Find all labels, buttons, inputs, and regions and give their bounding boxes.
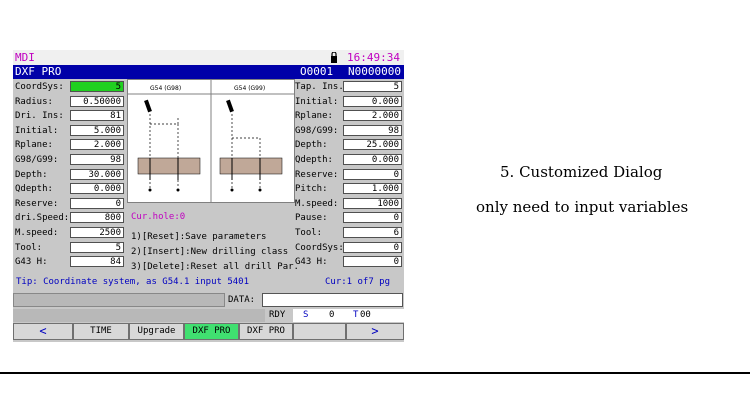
spindle-tool-box: S 0 T 00 xyxy=(293,309,404,322)
tap-param-label: G98/G99: xyxy=(295,125,339,136)
drill-param-input[interactable]: 800 xyxy=(70,212,124,224)
drill-param-label: Dri. Ins: xyxy=(15,111,64,122)
drill-param-input[interactable]: 5 xyxy=(70,81,124,92)
tap-param-input[interactable]: 25.000 xyxy=(343,139,402,151)
softkey-dxf-pro-active[interactable]: DXF PRO xyxy=(184,323,239,340)
tap-param-input[interactable]: 0 xyxy=(343,256,402,268)
drill-param-input[interactable]: 81 xyxy=(70,110,124,122)
data-label: DATA: xyxy=(228,295,256,305)
tap-param-input[interactable]: 6 xyxy=(343,227,402,238)
tap-param-input[interactable]: 1000 xyxy=(343,197,402,209)
tap-param-input[interactable]: 0.000 xyxy=(343,95,402,107)
tool-value: 00 xyxy=(360,310,371,320)
cnc-screen: MDI 16:49:34 DXF PRO O0001 N0000000 Coor… xyxy=(13,50,404,342)
diagram-right-title: G54 (G99) xyxy=(234,85,265,92)
tap-param-label: Qdepth: xyxy=(295,155,333,165)
tap-param-label: M.speed: xyxy=(295,198,339,209)
tap-param-label: CoordSys: xyxy=(295,242,344,253)
drill-param-label: Rplane: xyxy=(15,140,53,151)
machine-status-bar: RDY S 0 T 00 xyxy=(13,309,404,322)
drill-param-label: Depth: xyxy=(15,169,48,180)
softkey-dxf-pro[interactable]: DXF PRO xyxy=(239,323,293,340)
drill-param-label: dri.Speed: xyxy=(15,213,70,224)
tap-param-label: Initial: xyxy=(295,96,339,107)
clock: 16:49:34 xyxy=(347,51,400,64)
menu-reset: 1)[Reset]:Save parameters xyxy=(131,232,267,242)
drill-param-label: M.speed: xyxy=(15,228,59,238)
tap-param-input[interactable]: 1.000 xyxy=(343,183,402,195)
screen-title: DXF PRO xyxy=(15,65,62,78)
current-hole: Cur.hole:0 xyxy=(131,212,186,222)
tap-param-input[interactable]: 0 xyxy=(343,168,402,180)
next-page-button[interactable]: > xyxy=(346,323,404,340)
status-blank xyxy=(13,309,265,322)
drill-param-input[interactable]: 98 xyxy=(70,154,124,165)
tap-param-label: Tap. Ins.: xyxy=(295,82,350,92)
drill-param-input[interactable]: 5.000 xyxy=(70,124,124,136)
tap-param-input[interactable]: 0 xyxy=(343,212,402,224)
tap-param-label: G43 H: xyxy=(295,257,328,268)
top-status-bar: MDI 16:49:34 xyxy=(13,50,404,65)
usb-lock-icon xyxy=(331,52,337,63)
data-input-field[interactable] xyxy=(262,293,403,307)
drill-param-label: CoordSys: xyxy=(15,82,64,92)
tip-bar: Tip: Coordinate system, as G54.1 input 5… xyxy=(13,276,404,289)
tap-param-input[interactable]: 2.000 xyxy=(343,110,402,122)
menu-insert: 2)[Insert]:New drilling class xyxy=(131,247,289,257)
tap-param-label: Reserve: xyxy=(295,169,339,180)
tip-text: Tip: Coordinate system, as G54.1 input 5… xyxy=(16,277,249,287)
page-indicator: Cur:1 of7 pg xyxy=(325,277,391,287)
caption-title: 5. Customized Dialog xyxy=(500,163,663,181)
drill-param-label: Initial: xyxy=(15,125,59,136)
menu-delete: 3)[Delete]:Reset all drill Par. xyxy=(131,262,299,272)
softkey-empty[interactable] xyxy=(293,323,346,340)
drill-param-input[interactable]: 0.50000 xyxy=(70,95,124,107)
block-number: N0000000 xyxy=(348,65,401,78)
drill-param-input[interactable]: 2.000 xyxy=(70,139,124,151)
drill-param-input[interactable]: 30.000 xyxy=(70,168,124,180)
spindle-label: S xyxy=(303,310,309,320)
title-bar: DXF PRO O0001 N0000000 xyxy=(13,65,404,79)
diagram-left-title: G54 (G98) xyxy=(150,85,181,92)
drill-param-input[interactable]: 0.000 xyxy=(70,183,124,195)
tap-param-label: Rplane: xyxy=(295,111,333,122)
tap-param-input[interactable]: 5 xyxy=(343,81,402,92)
message-area xyxy=(13,293,225,307)
cycle-diagram-graphic: G54 (G98) G54 (G99) xyxy=(128,80,294,202)
tap-param-input[interactable]: 0 xyxy=(343,241,402,253)
ready-indicator: RDY xyxy=(269,310,286,320)
tap-param-input[interactable]: 98 xyxy=(343,124,402,136)
drill-param-input[interactable]: 2500 xyxy=(70,227,124,238)
tap-param-label: Pause: xyxy=(295,213,328,224)
tap-param-label: Tool: xyxy=(295,228,323,238)
tap-param-label: Depth: xyxy=(295,140,328,151)
drill-param-label: G98/G99: xyxy=(15,155,59,165)
data-input-bar: DATA: xyxy=(13,292,404,309)
prev-page-button[interactable]: < xyxy=(13,323,73,340)
softkey-bar: < TIME Upgrade DXF PRO DXF PRO > xyxy=(13,323,404,341)
softkey-time[interactable]: TIME xyxy=(73,323,129,340)
drill-param-label: G43 H: xyxy=(15,257,48,268)
program-number: O0001 xyxy=(300,65,334,78)
drill-param-label: Radius: xyxy=(15,96,53,107)
drill-param-label: Qdepth: xyxy=(15,184,53,195)
tap-param-label: Pitch: xyxy=(295,184,328,195)
drilling-cycle-diagram: G54 (G98) G54 (G99) xyxy=(127,79,295,203)
drill-param-label: Tool: xyxy=(15,242,43,253)
drill-param-label: Reserve: xyxy=(15,198,59,209)
drill-param-input[interactable]: 0 xyxy=(70,197,124,209)
caption-subtitle: only need to input variables xyxy=(476,198,689,216)
tap-param-input[interactable]: 0.000 xyxy=(343,154,402,165)
drill-param-input[interactable]: 5 xyxy=(70,241,124,253)
bottom-divider xyxy=(0,372,750,374)
tool-label: T xyxy=(353,310,359,320)
softkey-upgrade[interactable]: Upgrade xyxy=(129,323,184,340)
mode-label: MDI xyxy=(15,51,35,64)
drill-param-input[interactable]: 84 xyxy=(70,256,124,268)
spindle-value: 0 xyxy=(329,310,335,320)
